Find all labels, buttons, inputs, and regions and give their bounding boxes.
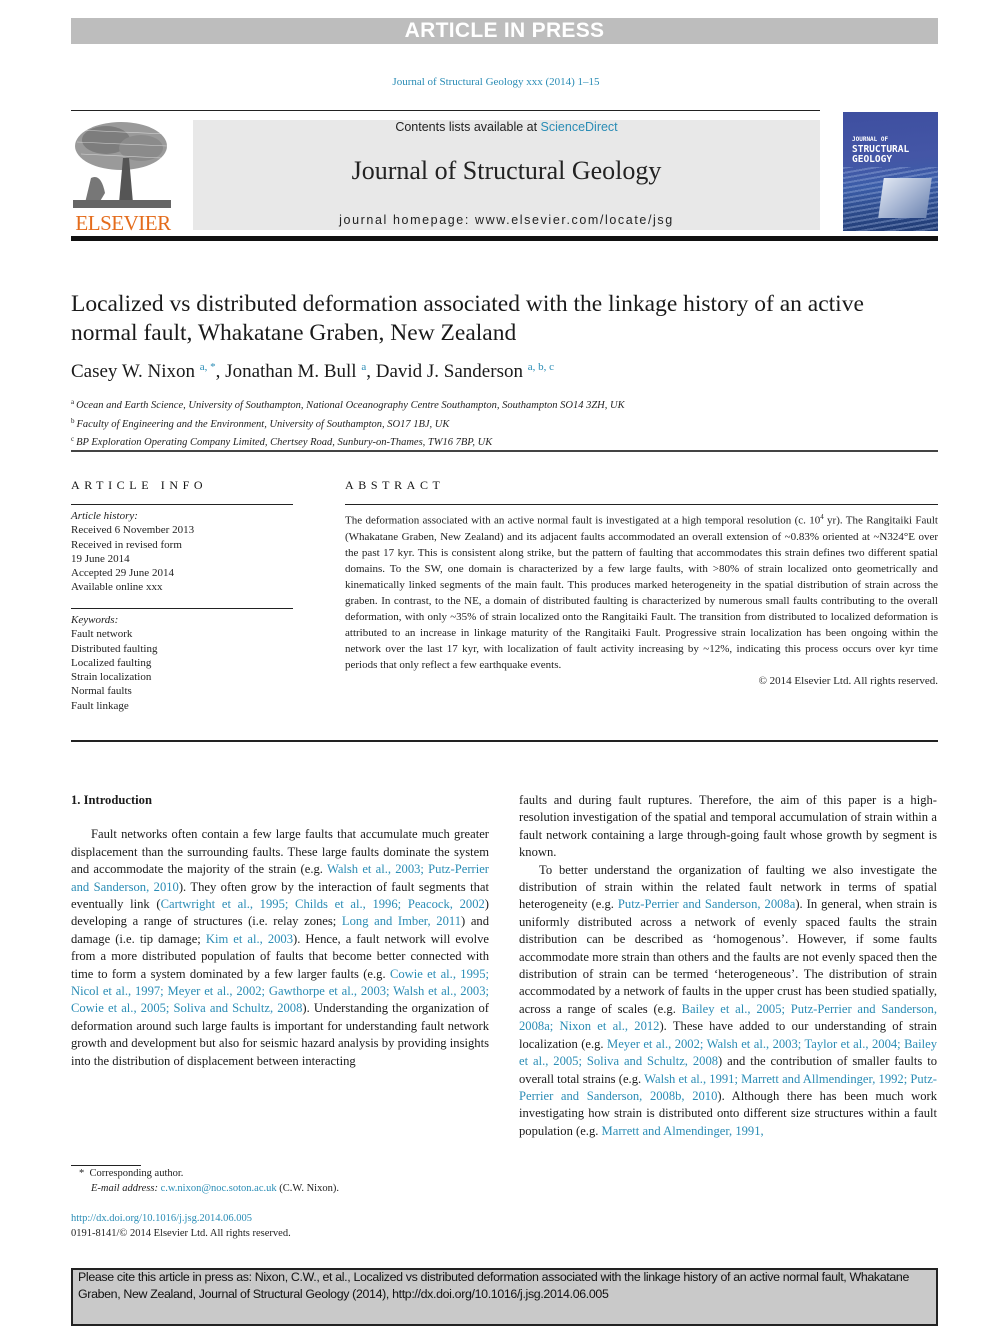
citation-link[interactable]: Long and Imber, 2011 <box>342 914 461 928</box>
contents-prefix: Contents lists available at <box>395 120 541 134</box>
cover-title: JOURNAL OF STRUCTURAL GEOLOGY <box>852 136 910 165</box>
journal-homepage-link[interactable]: journal homepage: www.elsevier.com/locat… <box>193 213 820 227</box>
keyword: Strain localization <box>71 671 152 684</box>
article-in-press-banner: ARTICLE IN PRESS <box>71 18 938 44</box>
body-paragraph: faults and during fault ruptures. Theref… <box>519 793 937 860</box>
citation-text: Please cite this article in press as: Ni… <box>78 1270 910 1301</box>
section-heading: 1. Introduction <box>71 793 152 807</box>
affiliation: c BP Exploration Operating Company Limite… <box>71 435 493 448</box>
affiliation: b Faculty of Engineering and the Environm… <box>71 416 450 430</box>
abstract-bottom-rule <box>71 740 938 742</box>
elsevier-wordmark: ELSEVIER <box>75 211 171 235</box>
author-affiliation-marks[interactable]: a <box>361 361 366 373</box>
article-history-label: Article history: <box>71 510 138 522</box>
keyword: Localized faulting <box>71 656 152 669</box>
abstract-text: The deformation associated with an activ… <box>345 513 938 687</box>
journal-reference-link[interactable]: Journal of Structural Geology xxx (2014)… <box>0 76 992 88</box>
author-affiliation-marks[interactable]: a, b, c <box>528 361 554 373</box>
keywords-rule <box>71 608 293 609</box>
history-item: Received in revised form <box>71 538 182 551</box>
body-paragraph: To better understand the organization of… <box>519 862 937 1141</box>
affiliation: a Ocean and Earth Science, University of … <box>71 398 625 411</box>
article-title: Localized vs distributed deformation ass… <box>71 291 864 346</box>
history-item: 19 June 2014 <box>71 552 130 565</box>
keyword: Fault linkage <box>71 699 129 712</box>
keyword: Normal faults <box>71 685 132 698</box>
history-item: Accepted 29 June 2014 <box>71 567 174 580</box>
issn-copyright: 0191-8141/© 2014 Elsevier Ltd. All right… <box>71 1228 291 1239</box>
citation-link[interactable]: Marrett and Almendinger, 1991, <box>602 1124 764 1138</box>
doi-block: http://dx.doi.org/10.1016/j.jsg.2014.06.… <box>71 1211 291 1241</box>
contents-availability: Contents lists available at ScienceDirec… <box>193 120 820 134</box>
author-list: Casey W. Nixon a, *, Jonathan M. Bull a,… <box>71 361 554 382</box>
header-top-rule <box>71 110 820 111</box>
doi-link[interactable]: http://dx.doi.org/10.1016/j.jsg.2014.06.… <box>71 1213 252 1224</box>
corresponding-author-footnote: * Corresponding author. E-mail address: … <box>79 1168 339 1194</box>
footnote-mark: * <box>79 1168 85 1179</box>
section-divider <box>71 450 938 452</box>
author-name[interactable]: Jonathan M. Bull <box>225 361 356 382</box>
history-item: Available online xxx <box>71 581 163 594</box>
body-text: ). In general, when strain is uniformly … <box>519 897 937 1016</box>
keyword: Fault network <box>71 628 133 641</box>
citation-link[interactable]: Cartwright et al., 1995; Childs et al., … <box>161 897 485 911</box>
history-item: Received 6 November 2013 <box>71 524 195 537</box>
tree-icon <box>71 118 173 210</box>
journal-cover-image[interactable]: JOURNAL OF STRUCTURAL GEOLOGY <box>843 112 938 231</box>
citation-link[interactable]: Putz-Perrier and Sanderson, 2008a <box>618 897 795 911</box>
abstract-copyright: © 2014 Elsevier Ltd. All rights reserved… <box>758 674 938 687</box>
article-history: Article history: Received 6 November 201… <box>71 509 194 595</box>
keywords-label: Keywords: <box>71 614 119 626</box>
journal-title: Journal of Structural Geology <box>351 156 662 185</box>
cover-rock-photo <box>878 178 932 218</box>
author-name[interactable]: David J. Sanderson <box>376 361 523 382</box>
keywords: Keywords: Fault network Distributed faul… <box>71 613 157 713</box>
body-column-left: 1. Introduction Fault networks often con… <box>71 792 489 1070</box>
sciencedirect-link[interactable]: ScienceDirect <box>541 120 618 134</box>
article-info-rule <box>71 504 293 505</box>
email-link[interactable]: c.w.nixon@noc.soton.ac.uk <box>161 1183 277 1194</box>
author-name[interactable]: Casey W. Nixon <box>71 361 195 382</box>
article-info-heading: ARTICLE INFO <box>71 478 208 492</box>
abstract-heading: ABSTRACT <box>345 478 445 492</box>
body-column-right: faults and during fault ruptures. Theref… <box>519 792 937 1140</box>
citation-link[interactable]: Kim et al., 2003 <box>206 932 293 946</box>
affiliations: a Ocean and Earth Science, University of … <box>71 395 625 451</box>
body-paragraph: Fault networks often contain a few large… <box>71 826 489 1070</box>
header-bottom-rule <box>71 236 938 241</box>
abstract-rule <box>345 504 938 505</box>
keyword: Distributed faulting <box>71 642 158 655</box>
author-affiliation-marks[interactable]: a, * <box>200 361 216 373</box>
